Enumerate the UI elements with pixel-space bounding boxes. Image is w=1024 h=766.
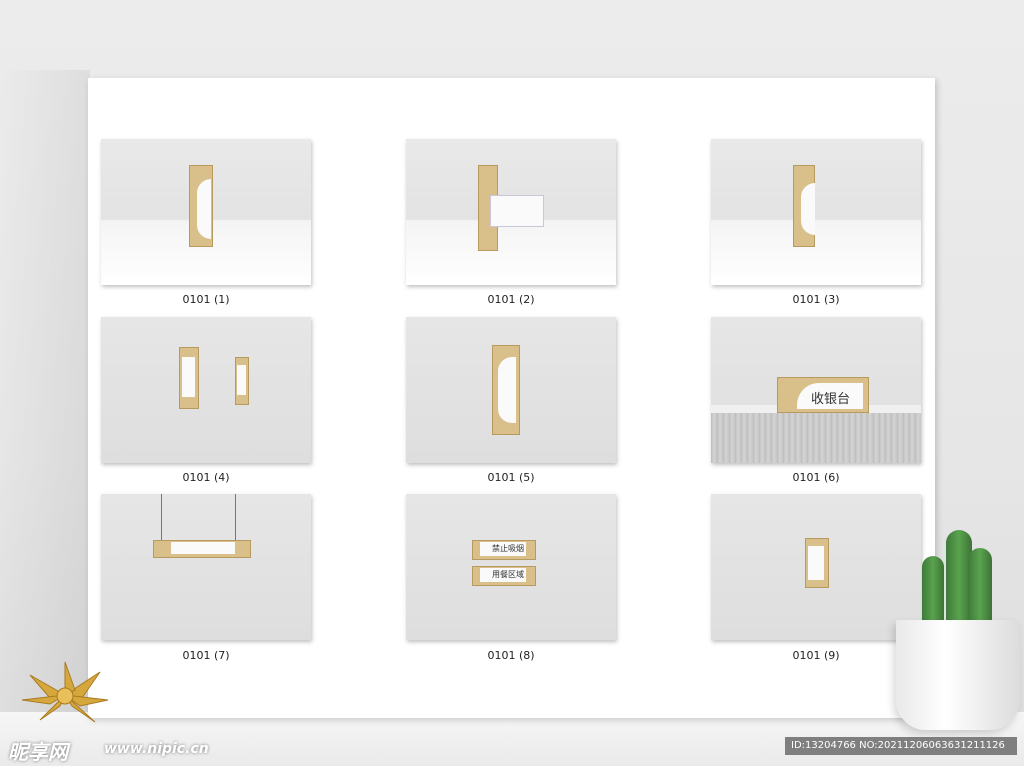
thumbnail-caption-5: 0101 (5) xyxy=(487,471,535,484)
wall-shadow xyxy=(0,70,90,720)
thumbnail-caption-9: 0101 (9) xyxy=(792,649,840,662)
cactus-stem xyxy=(968,548,992,626)
cactus-pot xyxy=(896,620,1020,730)
thumbnail-4[interactable] xyxy=(101,317,311,463)
image-id-bar: ID:13204766 NO:20211206063631211126 xyxy=(785,737,1017,755)
sign-panel xyxy=(237,365,246,395)
thumbnail-caption-7: 0101 (7) xyxy=(182,649,230,662)
hanging-wire xyxy=(235,494,236,540)
sign-panel xyxy=(171,542,235,554)
watermark-logo: 昵享网 xyxy=(8,740,68,764)
sign-panel xyxy=(808,546,824,580)
hanging-wire xyxy=(161,494,162,540)
sign-panel xyxy=(197,179,211,239)
sign-panel xyxy=(498,357,516,423)
thumbnail-9[interactable] xyxy=(711,494,921,640)
thumbnail-caption-3: 0101 (3) xyxy=(792,293,840,306)
plate-top-text: 禁止吸烟 xyxy=(492,544,524,553)
thumbnail-caption-1: 0101 (1) xyxy=(182,293,230,306)
thumbnail-5[interactable] xyxy=(406,317,616,463)
sign-panel xyxy=(182,357,195,397)
thumbnail-6[interactable]: 收银台 xyxy=(711,317,921,463)
thumbnail-7[interactable] xyxy=(101,494,311,640)
cashier-sign-text: 收银台 xyxy=(811,392,851,407)
plate-bottom-text: 用餐区域 xyxy=(492,570,524,579)
thumbnail-caption-4: 0101 (4) xyxy=(182,471,230,484)
sign-panel xyxy=(801,183,815,235)
thumbnail-caption-6: 0101 (6) xyxy=(792,471,840,484)
presentation-board: 0101 (1) 0101 (2) 0101 (3) 0101 (4) 0101… xyxy=(88,78,935,718)
thumbnail-2[interactable] xyxy=(406,139,616,285)
gift-bow-icon xyxy=(21,661,109,723)
thumbnail-3[interactable] xyxy=(711,139,921,285)
cactus-stem xyxy=(922,556,944,626)
thumbnail-caption-8: 0101 (8) xyxy=(487,649,535,662)
counter-front xyxy=(711,413,921,463)
map-board xyxy=(490,195,544,227)
thumbnail-8[interactable]: 禁止吸烟 用餐区域 xyxy=(406,494,616,640)
thumbnail-caption-2: 0101 (2) xyxy=(487,293,535,306)
watermark-url[interactable]: www.nipic.cn xyxy=(104,741,209,757)
thumbnail-1[interactable] xyxy=(101,139,311,285)
